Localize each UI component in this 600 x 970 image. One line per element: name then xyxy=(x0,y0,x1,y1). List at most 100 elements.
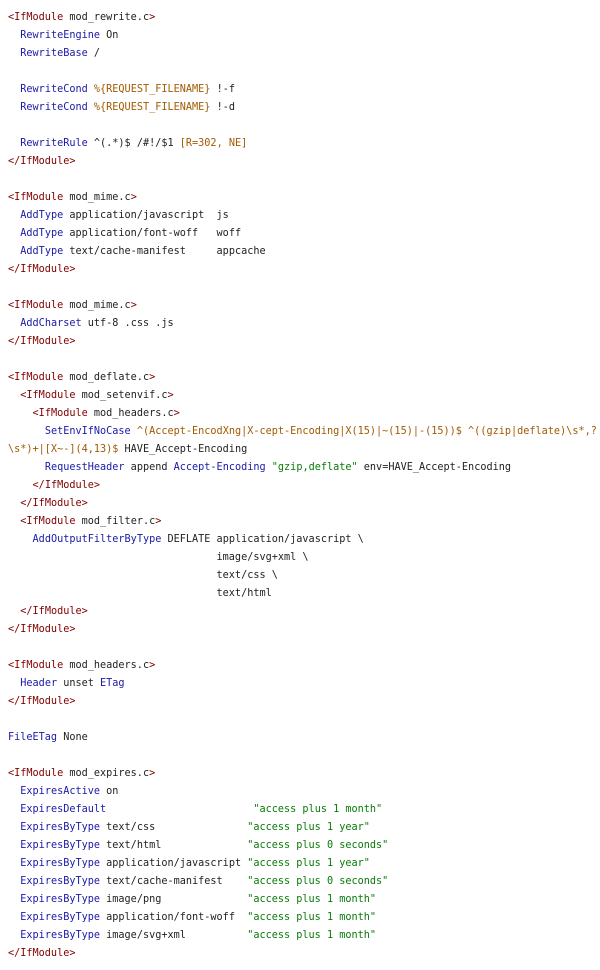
code-line: ExpiresByType image/png "access plus 1 m… xyxy=(8,891,600,909)
text-token: HAVE_Accept-Encoding xyxy=(118,444,248,455)
code-line: <IfModule mod_deflate.c> xyxy=(8,369,600,387)
code-line: <IfModule mod_mime.c> xyxy=(8,189,600,207)
text-token: !-f xyxy=(210,84,235,95)
directive-token: RewriteCond xyxy=(20,102,88,113)
tag-token: > xyxy=(149,372,156,383)
variable-token: %{REQUEST_FILENAME} xyxy=(93,84,211,95)
code-line: ExpiresByType image/svg+xml "access plus… xyxy=(8,927,600,945)
code-line: RewriteEngine On xyxy=(8,27,600,45)
text-token: append xyxy=(124,462,174,473)
text-token: mod_mime.c xyxy=(69,300,131,311)
string-token: "access plus 1 month" xyxy=(247,912,377,923)
tag-token: </IfModule> xyxy=(8,948,76,959)
text-token: text/css xyxy=(100,822,248,833)
text-token: DEFLATE application/javascript \ xyxy=(161,534,364,545)
text-token: mod_setenvif.c xyxy=(81,390,168,401)
code-line: \s*)+|[X~-](4,13)$ HAVE_Accept-Encoding xyxy=(8,441,600,459)
directive-token: AddOutputFilterByType xyxy=(32,534,162,545)
code-line: ExpiresActive on xyxy=(8,783,600,801)
variable-token: [R=302, NE] xyxy=(179,138,248,149)
tag-token: <IfModule xyxy=(20,390,82,401)
code-line: <IfModule mod_rewrite.c> xyxy=(8,9,600,27)
variable-token: \s*)+|[X~-](4,13)$ xyxy=(8,444,119,455)
variable-token: %{REQUEST_FILENAME} xyxy=(93,102,211,113)
tag-token: </IfModule> xyxy=(32,480,101,491)
tag-token: > xyxy=(149,768,156,779)
tag-token: > xyxy=(173,408,180,419)
text-token: application/font-woff xyxy=(100,912,248,923)
text-token: utf-8 .css .js xyxy=(81,318,174,329)
text-token: On xyxy=(100,30,119,41)
code-line: AddCharset utf-8 .css .js xyxy=(8,315,600,333)
tag-token: <IfModule xyxy=(8,12,70,23)
text-token: None xyxy=(57,732,88,743)
text-token: application/font-woff woff xyxy=(63,228,242,239)
code-line: FileETag None xyxy=(8,729,600,747)
code-line: </IfModule> xyxy=(8,495,600,513)
code-line: RequestHeader append Accept-Encoding "gz… xyxy=(8,459,600,477)
tag-token: </IfModule> xyxy=(8,624,76,635)
code-line: </IfModule> xyxy=(8,603,600,621)
code-line: AddType application/font-woff woff xyxy=(8,225,600,243)
tag-token: <IfModule xyxy=(8,660,70,671)
text-token: text/html xyxy=(8,588,272,599)
tag-token: > xyxy=(130,192,137,203)
tag-token: <IfModule xyxy=(8,372,70,383)
text-token: text/cache-manifest xyxy=(100,876,248,887)
text-token: text/html xyxy=(100,840,248,851)
text-token: image/svg+xml xyxy=(100,930,248,941)
string-token: "access plus 0 seconds" xyxy=(247,876,389,887)
tag-token: > xyxy=(130,300,137,311)
text-token: on xyxy=(100,786,119,797)
string-token: "access plus 1 month" xyxy=(247,894,377,905)
text-token: unset xyxy=(57,678,101,689)
directive-token: ExpiresActive xyxy=(20,786,101,797)
code-line: <IfModule mod_expires.c> xyxy=(8,765,600,783)
text-token: mod_mime.c xyxy=(69,192,131,203)
string-token: "access plus 1 month" xyxy=(253,804,383,815)
directive-token: RewriteBase xyxy=(20,48,88,59)
tag-token: </IfModule> xyxy=(8,336,76,347)
code-line: ExpiresDefault "access plus 1 month" xyxy=(8,801,600,819)
code-line: image/svg+xml \ xyxy=(8,549,600,567)
code-line: AddOutputFilterByType DEFLATE applicatio… xyxy=(8,531,600,549)
code-line: </IfModule> xyxy=(8,945,600,963)
code-line: text/html xyxy=(8,585,600,603)
code-line: <IfModule mod_headers.c> xyxy=(8,405,600,423)
directive-token: AddType xyxy=(20,210,64,221)
tag-token: <IfModule xyxy=(8,300,70,311)
code-line: RewriteCond %{REQUEST_FILENAME} !-f xyxy=(8,81,600,99)
string-token: "access plus 0 seconds" xyxy=(247,840,389,851)
code-line: RewriteRule ^(.*)$ /#!/$1 [R=302, NE] xyxy=(8,135,600,153)
code-line: ExpiresByType text/css "access plus 1 ye… xyxy=(8,819,600,837)
directive-token: ExpiresByType xyxy=(20,858,101,869)
code-line: ExpiresByType text/html "access plus 0 s… xyxy=(8,837,600,855)
text-token: env=HAVE_Accept-Encoding xyxy=(357,462,511,473)
code-line: text/css \ xyxy=(8,567,600,585)
code-line: <IfModule mod_headers.c> xyxy=(8,657,600,675)
tag-token: <IfModule xyxy=(8,192,70,203)
variable-token: ^((gzip|deflate)\s*,? xyxy=(468,426,597,437)
code-line: ExpiresByType text/cache-manifest "acces… xyxy=(8,873,600,891)
text-token: text/cache-manifest appcache xyxy=(63,246,266,257)
directive-token: RewriteCond xyxy=(20,84,88,95)
directive-token: ExpiresByType xyxy=(20,912,101,923)
directive-token: AddCharset xyxy=(20,318,82,329)
code-line: ExpiresByType application/font-woff "acc… xyxy=(8,909,600,927)
code-line: <IfModule mod_filter.c> xyxy=(8,513,600,531)
directive-token: Header xyxy=(20,678,58,689)
